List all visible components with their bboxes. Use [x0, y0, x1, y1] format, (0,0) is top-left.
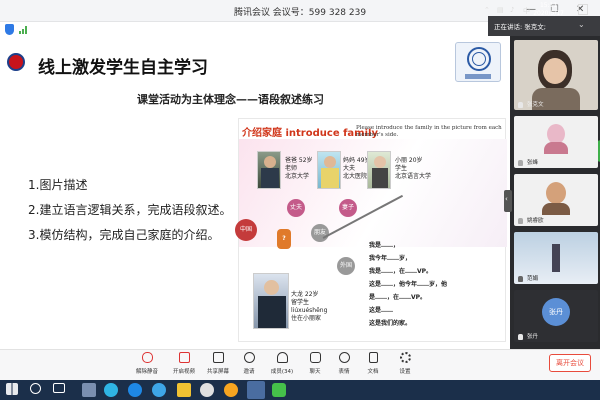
invite-icon: [243, 352, 255, 363]
edge-icon[interactable]: [104, 383, 118, 397]
windows-start-icon[interactable]: [6, 383, 18, 395]
network-icon[interactable]: ▤: [497, 6, 504, 14]
student-card: 大龙 22岁 留学生 liúxuéshēng 住在小丽家: [291, 291, 328, 322]
file-explorer-icon[interactable]: [177, 383, 191, 397]
settings-button[interactable]: 设置: [387, 352, 423, 375]
mic-icon: [518, 276, 523, 282]
bullet-item: 1.图片描述: [28, 178, 88, 192]
mic-icon: [518, 218, 523, 224]
taskbar-clock[interactable]: 15:11 2020/5/17: [533, 2, 564, 18]
members-icon: [276, 352, 288, 363]
participant-tile[interactable]: 张克文: [514, 40, 598, 110]
participant-name: 范娟: [527, 276, 539, 282]
start-video-button[interactable]: 开启视频: [166, 352, 202, 375]
question-mark: ?: [277, 229, 291, 249]
slide-subtitle: 课堂活动为主体理念——语段叙述练习: [137, 93, 324, 106]
sentence-frame: 我是……， 我今年……岁， 我是……，在……VP。 这是……，他今年……岁，他 …: [369, 242, 448, 327]
slide-title: 线上激发学生自主学习: [38, 58, 208, 78]
slide-bullets: 1.图片描述 2.建立语言逻辑关系，完成语段叙述。 3.模仿结构，完成自己家庭的…: [28, 173, 231, 248]
student-photo: [253, 273, 289, 329]
wife-bubble: 妻子: [339, 199, 357, 217]
university-emblem-icon: [455, 42, 501, 82]
father-card: 爸爸 52岁 老师 北京大学: [285, 157, 313, 180]
speaking-banner: 正在讲话: 张克文; ⌄: [488, 16, 600, 36]
app-icon[interactable]: [224, 383, 238, 397]
participant-name: 姚睿欧: [527, 218, 544, 224]
tencent-meeting-taskbar-icon[interactable]: [247, 381, 265, 399]
china-bubble: 中国: [235, 219, 257, 241]
bullet-item: 3.模仿结构，完成自己家庭的介绍。: [28, 228, 220, 242]
panel-instruction: Please introduce the family in the pictu…: [356, 125, 502, 138]
bullet-item: 2.建立语言逻辑关系，完成语段叙述。: [28, 203, 232, 217]
foreign-bubble: 外国: [337, 257, 355, 275]
mic-icon: [518, 334, 523, 340]
sidebar-collapse-handle[interactable]: ‹: [504, 190, 512, 212]
daughter-photo: [367, 151, 391, 189]
ie-icon[interactable]: [152, 383, 166, 397]
family-panel: 介绍家庭 introduce family Please introduce t…: [235, 118, 507, 342]
chat-icon: [309, 352, 321, 363]
tray-up-icon[interactable]: ⌃: [484, 6, 490, 14]
documents-button[interactable]: 文档: [355, 352, 391, 375]
gear-icon: [399, 352, 411, 363]
ime-icon[interactable]: 中: [523, 6, 530, 16]
volume-icon[interactable]: ♪: [510, 6, 514, 14]
notification-icon[interactable]: [578, 4, 588, 15]
mic-muted-icon: [141, 352, 153, 363]
participant-name: 张克文: [527, 102, 544, 108]
husband-bubble: 丈夫: [287, 199, 305, 217]
participant-tile[interactable]: 姚睿欧: [514, 174, 598, 226]
father-photo: [257, 151, 281, 189]
participant-name: 张丹: [527, 334, 539, 340]
chevron-left-icon: ‹: [505, 195, 508, 203]
search-icon[interactable]: [30, 383, 41, 394]
participant-tile[interactable]: 张峰: [514, 116, 598, 168]
emoji-icon: [338, 352, 350, 363]
signal-icon[interactable]: [19, 26, 29, 34]
chevron-down-icon[interactable]: ⌄: [578, 20, 585, 29]
school-logo-icon: [7, 53, 25, 71]
participant-tile[interactable]: 张丹 张丹: [514, 290, 598, 342]
document-icon: [368, 352, 378, 363]
unmute-button[interactable]: 解除静音: [129, 352, 165, 375]
avatar: 张丹: [542, 298, 570, 326]
browser-icon[interactable]: [128, 383, 142, 397]
taskbar-app-icon[interactable]: [82, 383, 96, 397]
camera-off-icon: [178, 352, 190, 363]
wechat-icon[interactable]: [272, 383, 286, 397]
members-button[interactable]: 成员(34): [264, 352, 300, 375]
share-screen-icon: [212, 352, 224, 363]
leave-meeting-button[interactable]: 离开会议: [549, 354, 591, 372]
participant-name: 张峰: [527, 160, 539, 166]
mother-photo: [317, 151, 341, 189]
task-view-icon[interactable]: [53, 383, 65, 393]
security-shield-icon[interactable]: [5, 24, 14, 35]
mic-icon: [518, 102, 523, 108]
china-friend-bubble: 朋友: [311, 224, 329, 242]
app-icon[interactable]: [200, 383, 214, 397]
speaking-label: 正在讲话: 张克文;: [494, 23, 546, 31]
mic-icon: [518, 160, 523, 166]
daughter-card: 小丽 20岁 学生 北京语言大学: [395, 157, 432, 180]
invite-button[interactable]: 邀请: [231, 352, 267, 375]
participant-tile[interactable]: 范娟: [514, 232, 598, 284]
